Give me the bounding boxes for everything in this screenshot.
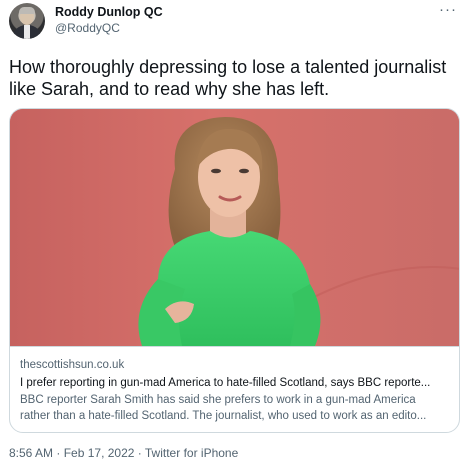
meta-separator-2: ·	[134, 446, 145, 460]
woman-in-green-sweater-photo	[10, 109, 459, 346]
tweet-text: How thoroughly depressing to lose a tale…	[9, 57, 447, 99]
more-horizontal-icon[interactable]: ···	[439, 1, 457, 18]
meta-separator: ·	[53, 446, 64, 460]
card-description-line-2: rather than a hate-filled Scotland. The …	[20, 410, 427, 422]
card-domain: thescottishsun.co.uk	[20, 359, 125, 371]
card-text: thescottishsun.co.uk I prefer reporting …	[10, 346, 459, 424]
author-handle[interactable]: @RoddyQC	[55, 21, 120, 35]
author-name[interactable]: Roddy Dunlop QC	[55, 5, 163, 19]
avatar-hair	[19, 7, 35, 14]
card-image	[10, 109, 459, 346]
avatar-shirt	[24, 25, 30, 39]
card-description-line-1: BBC reporter Sarah Smith has said she pr…	[20, 394, 416, 406]
tweet-source[interactable]: Twitter for iPhone	[145, 446, 238, 460]
tweet-date[interactable]: Feb 17, 2022	[64, 446, 135, 460]
card-description: BBC reporter Sarah Smith has said she pr…	[20, 392, 449, 424]
tweet-time[interactable]: 8:56 AM	[9, 446, 53, 460]
card-title: I prefer reporting in gun-mad America to…	[20, 377, 431, 389]
link-card[interactable]: thescottishsun.co.uk I prefer reporting …	[9, 108, 460, 433]
tweet-metadata: 8:56 AM · Feb 17, 2022 · Twitter for iPh…	[9, 446, 238, 460]
avatar[interactable]	[9, 3, 45, 39]
